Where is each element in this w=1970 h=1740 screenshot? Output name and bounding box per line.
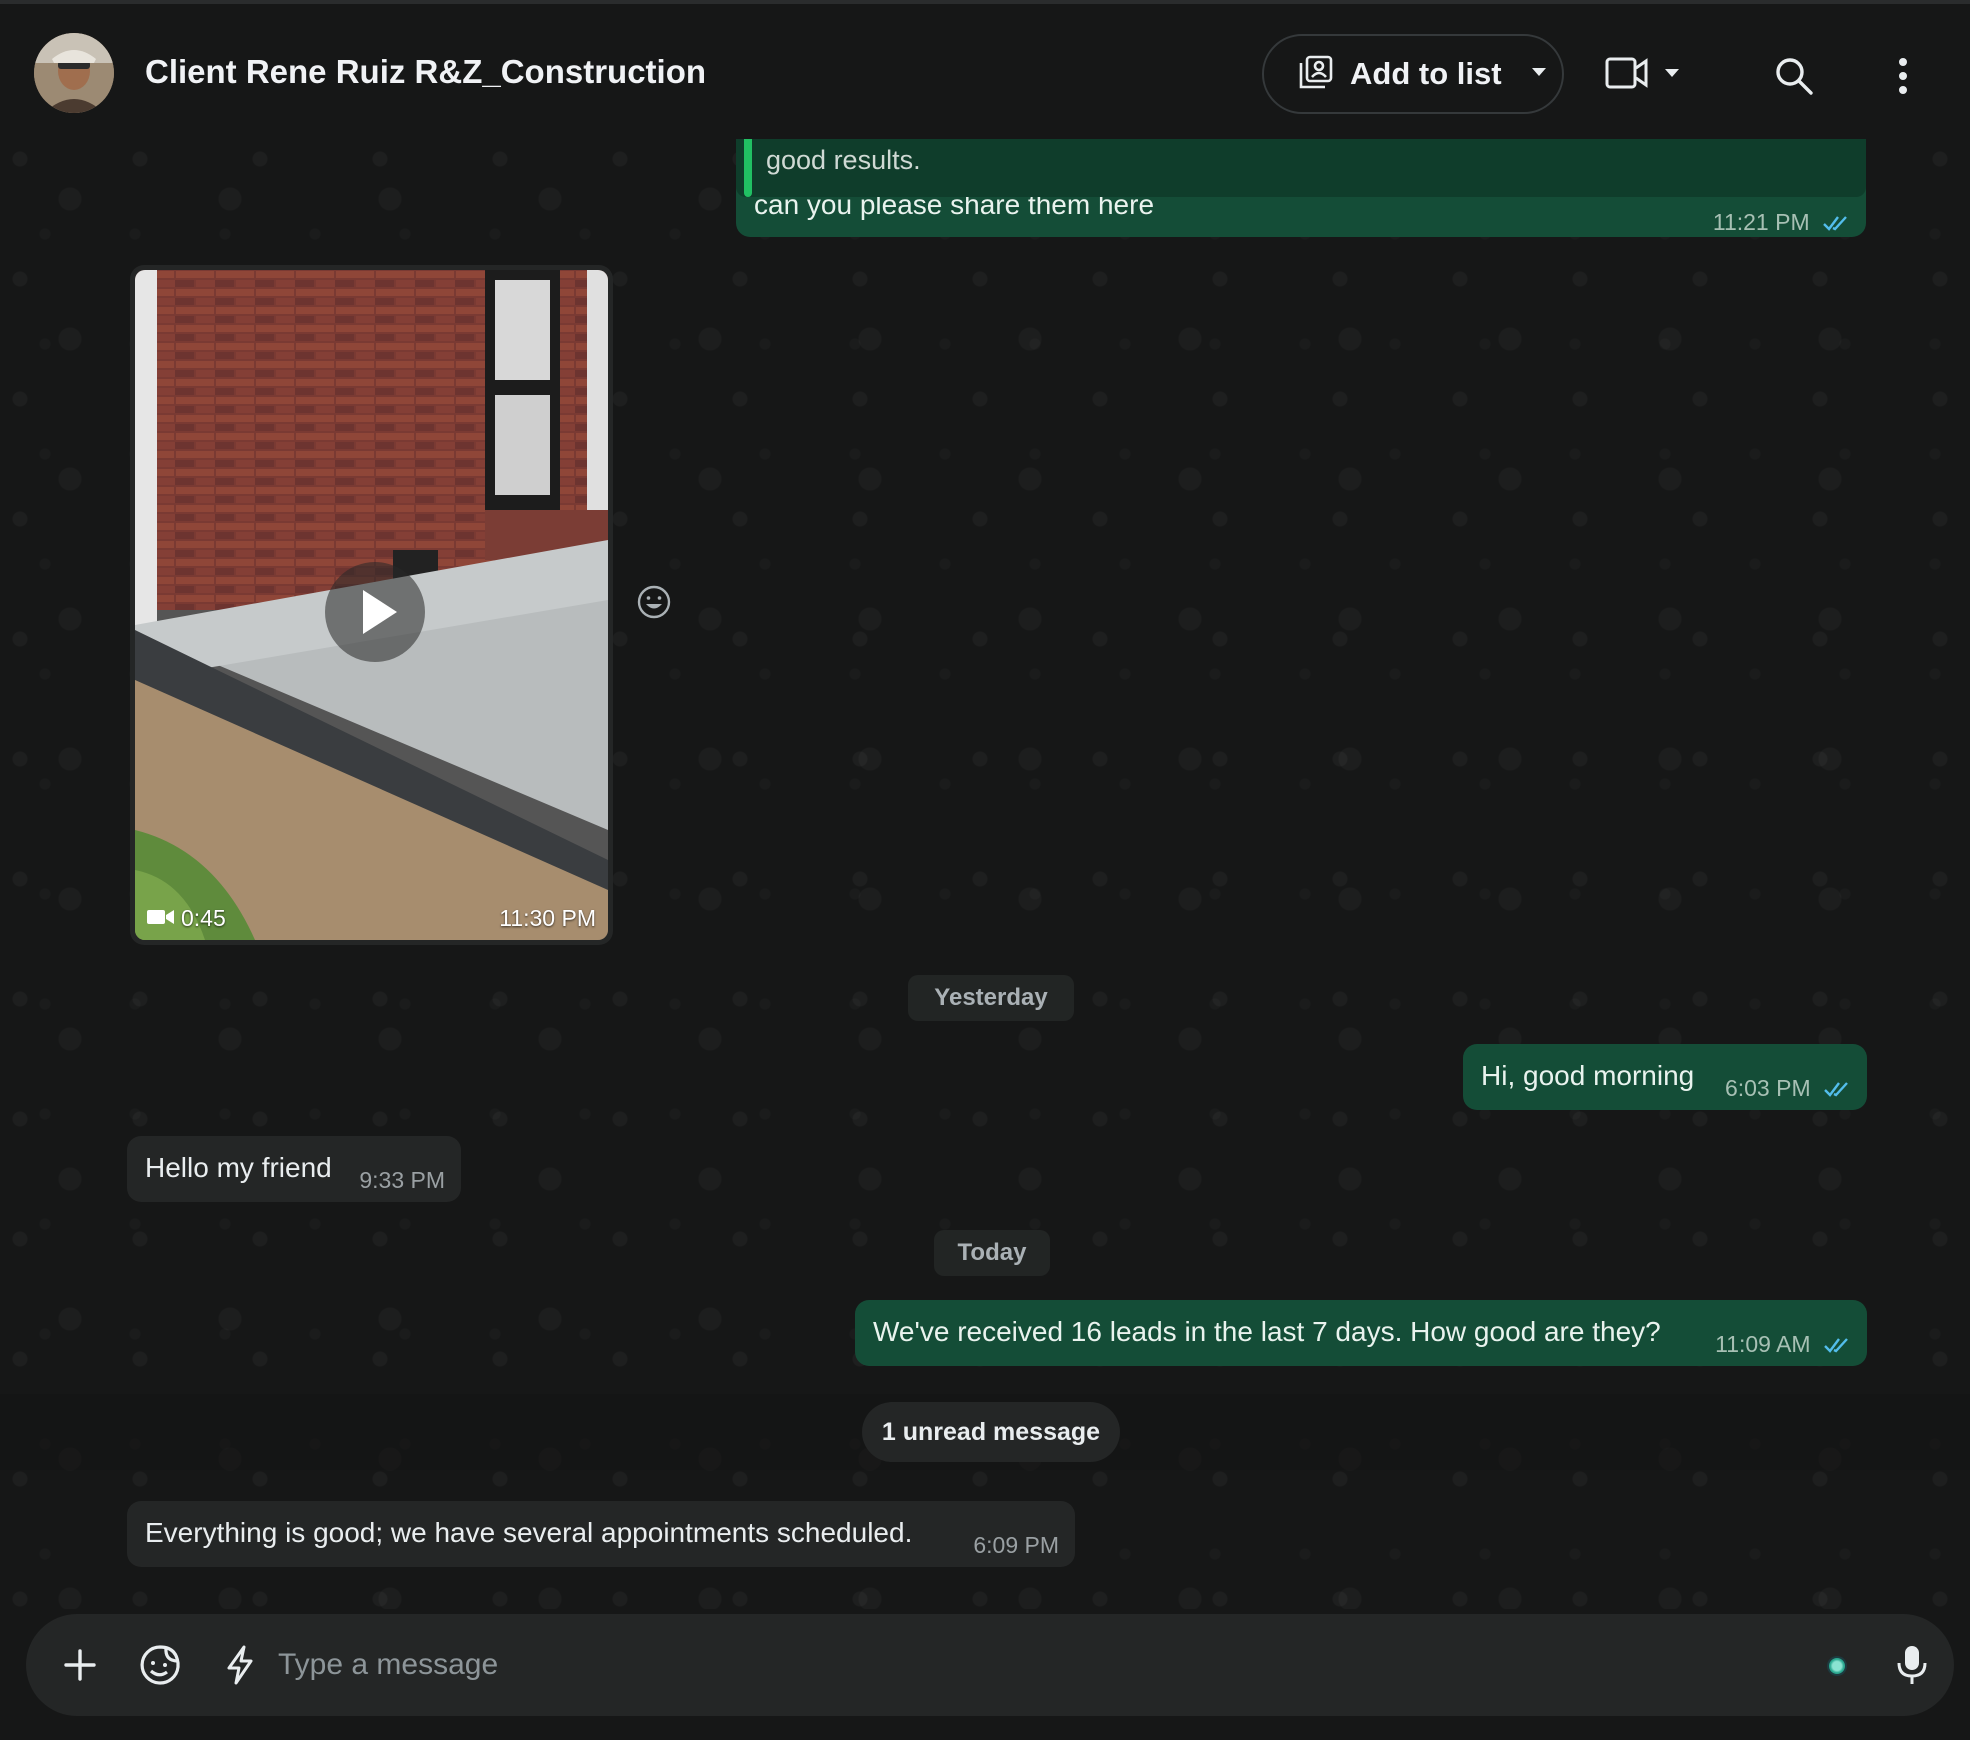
microphone-icon	[1897, 1646, 1927, 1684]
video-call-icon	[1605, 55, 1649, 96]
add-to-list-button[interactable]: Add to list	[1262, 34, 1564, 114]
search-button[interactable]	[1774, 56, 1818, 100]
play-icon	[363, 590, 397, 634]
sticker-icon	[140, 1645, 180, 1685]
double-check-icon	[1823, 1072, 1851, 1108]
contact-avatar[interactable]	[34, 33, 114, 113]
lightning-icon	[227, 1645, 253, 1685]
message-text: We've received 16 leads in the last 7 da…	[873, 1316, 1661, 1347]
video-thumbnail[interactable]: 0:45 11:30 PM	[135, 270, 608, 940]
message-incoming[interactable]: Everything is good; we have several appo…	[127, 1501, 1075, 1567]
message-input[interactable]	[278, 1636, 1778, 1694]
play-button[interactable]	[325, 562, 425, 662]
message-time: 6:03 PM	[1724, 1075, 1811, 1101]
whatsapp-window: Client Rene Ruiz R&Z_Construction Add to…	[0, 0, 1970, 1740]
message-text: Hi, good morning	[1481, 1060, 1695, 1091]
message-time: 11:30 PM	[499, 905, 596, 931]
voice-message-button[interactable]	[1888, 1641, 1936, 1689]
add-to-list-icon	[1298, 54, 1334, 95]
video-call-button[interactable]	[1605, 52, 1691, 98]
message-meta: 6:03 PM	[1725, 1070, 1851, 1108]
unread-messages-badge: 1 unread message	[862, 1402, 1120, 1462]
message-time: 9:33 PM	[359, 1167, 445, 1193]
date-separator: Yesterday	[908, 975, 1074, 1021]
contact-name[interactable]: Client Rene Ruiz R&Z_Construction	[145, 53, 706, 91]
add-to-list-label: Add to list	[1350, 56, 1502, 91]
status-dot	[1829, 1658, 1845, 1674]
message-time: 11:21 PM	[1712, 209, 1810, 235]
chevron-down-icon	[1663, 66, 1681, 84]
chat-messages-area[interactable]: can you please share them here 11:21 PM …	[0, 139, 1970, 1609]
more-options-button[interactable]	[1891, 56, 1915, 100]
chat-header: Client Rene Ruiz R&Z_Construction Add to…	[0, 8, 1970, 139]
double-check-icon	[1822, 206, 1850, 242]
emoji-react-button[interactable]	[636, 584, 676, 624]
message-meta: 11:21 PM	[1713, 204, 1850, 242]
quoted-text: good results.	[766, 145, 921, 175]
message-outgoing[interactable]: We've received 16 leads in the last 7 da…	[855, 1300, 1867, 1366]
emoji-react-icon	[637, 585, 671, 619]
message-meta: 11:09 AM	[1715, 1326, 1851, 1364]
plus-icon	[64, 1649, 96, 1681]
quoted-message[interactable]: good results.	[736, 139, 1866, 197]
chevron-down-icon	[1530, 65, 1548, 83]
video-duration: 0:45	[147, 905, 226, 932]
message-time: 11:09 AM	[1715, 1331, 1811, 1357]
video-duration-text: 0:45	[181, 905, 226, 931]
message-text: Everything is good; we have several appo…	[145, 1517, 913, 1548]
double-check-icon	[1823, 1328, 1851, 1364]
message-outgoing[interactable]: Hi, good morning 6:03 PM	[1463, 1044, 1867, 1110]
video-message[interactable]: 0:45 11:30 PM	[130, 265, 613, 945]
more-options-icon	[1891, 58, 1915, 100]
attach-button[interactable]	[56, 1641, 104, 1689]
sticker-button[interactable]	[136, 1641, 184, 1689]
date-separator: Today	[934, 1230, 1050, 1276]
message-composer	[26, 1614, 1954, 1716]
video-camera-icon	[147, 905, 175, 932]
quick-replies-button[interactable]	[216, 1641, 264, 1689]
message-text: Hello my friend	[145, 1152, 332, 1183]
quote-bar	[744, 139, 752, 197]
message-time: 6:09 PM	[973, 1532, 1059, 1558]
message-incoming[interactable]: Hello my friend 9:33 PM	[127, 1136, 461, 1202]
search-icon	[1774, 58, 1814, 100]
